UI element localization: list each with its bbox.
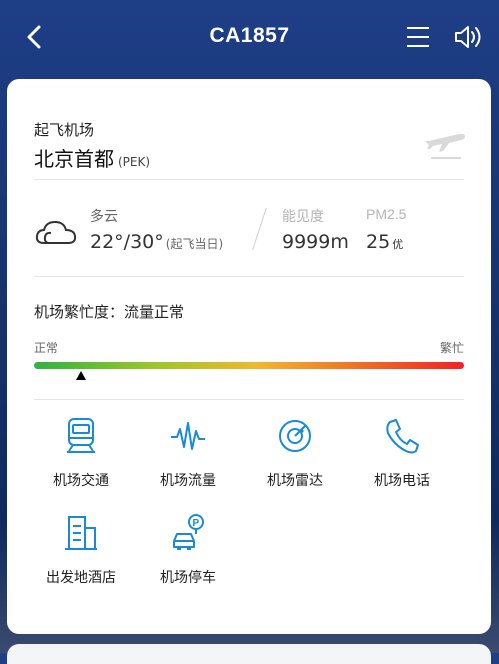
svg-text:P: P	[193, 518, 200, 529]
service-label: 机场电话	[374, 473, 430, 489]
visibility-label: 能见度	[282, 209, 324, 225]
weather-separator	[252, 207, 267, 251]
pm25-label: PM2.5	[366, 206, 407, 222]
departure-airport: 北京首都 (PEK)	[34, 143, 150, 172]
pm25-grade: 优	[392, 238, 404, 251]
service-departure-hotel[interactable]: 出发地酒店	[31, 506, 131, 592]
service-label: 出发地酒店	[46, 570, 116, 586]
train-icon	[63, 417, 99, 455]
temperature-value: 22°/30°	[90, 231, 164, 253]
departure-label: 起飞机场	[34, 121, 95, 139]
service-airport-phone[interactable]: 机场电话	[352, 409, 452, 495]
service-label: 机场雷达	[267, 473, 323, 489]
service-airport-parking[interactable]: P 机场停车	[138, 506, 238, 592]
temperature-note: (起飞当日)	[165, 237, 224, 251]
service-airport-traffic[interactable]: 机场流量	[138, 409, 238, 495]
parking-car-icon: P	[170, 514, 206, 552]
service-label: 机场停车	[160, 570, 216, 586]
service-airport-radar[interactable]: 机场雷达	[245, 409, 345, 495]
departure-city: 北京首都	[34, 147, 114, 171]
menu-icon	[407, 27, 429, 47]
cloud-icon	[34, 217, 78, 247]
divider	[34, 179, 464, 180]
next-card-edge	[7, 644, 491, 664]
divider	[34, 399, 464, 400]
visibility-value: 9999m	[282, 231, 349, 253]
busyness-marker-icon	[76, 371, 87, 380]
service-label: 机场交通	[53, 473, 109, 489]
weather-condition: 多云	[90, 209, 118, 225]
pm25: 25 优	[366, 231, 403, 253]
sound-button[interactable]	[452, 22, 484, 52]
top-bar: CA1857	[0, 0, 499, 78]
speaker-icon	[455, 26, 481, 48]
menu-button[interactable]	[404, 22, 434, 52]
service-label: 机场流量	[160, 473, 216, 489]
divider	[34, 276, 464, 277]
busyness-max-label: 繁忙	[439, 341, 464, 355]
waveform-icon	[170, 417, 206, 455]
busyness-gradient-bar	[34, 362, 464, 369]
airport-info-card: 起飞机场 北京首都 (PEK) 多云 22°/30° (起飞当日) 能见度 9999…	[7, 79, 491, 634]
hotel-building-icon	[63, 514, 99, 552]
pm25-value: 25	[366, 231, 391, 253]
busyness-title: 机场繁忙度：流量正常	[34, 303, 185, 321]
phone-icon	[384, 417, 420, 455]
plane-departure-icon	[419, 121, 469, 163]
departure-code: (PEK)	[118, 155, 151, 169]
radar-icon	[277, 417, 313, 455]
service-airport-transport[interactable]: 机场交通	[31, 409, 131, 495]
busyness-min-label: 正常	[34, 341, 59, 355]
temperature: 22°/30° (起飞当日)	[90, 231, 223, 253]
